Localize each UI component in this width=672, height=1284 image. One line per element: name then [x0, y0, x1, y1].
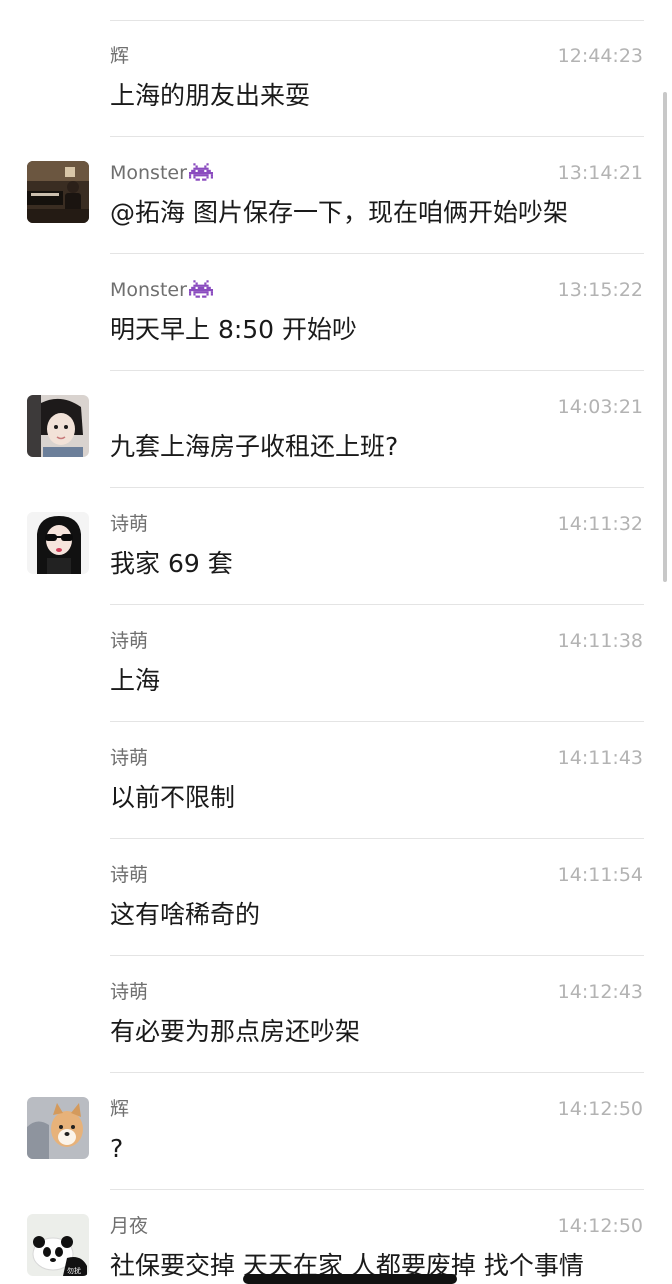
sender-name: Monster [110, 279, 187, 301]
space-invader-icon [188, 162, 213, 188]
avatar-piano[interactable] [27, 161, 89, 223]
message-item[interactable]: 诗萌 14:11:32 我家 69 套 [0, 488, 672, 605]
message-text: 九套上海房子收租还上班? [110, 432, 399, 461]
message-sender: 诗萌 [110, 513, 149, 535]
message-time: 13:14:21 [557, 162, 643, 184]
avatar-label: 勿扰 [67, 1266, 81, 1275]
avatar-girl[interactable] [27, 395, 89, 457]
message-time: 14:11:43 [557, 747, 643, 769]
panda-avatar-image: 勿扰 [27, 1214, 89, 1276]
message-time: 14:12:43 [557, 981, 643, 1003]
message-sender: Monster [110, 161, 213, 188]
message-text: 有必要为那点房还吵架 [110, 1017, 361, 1046]
message-sender: 诗萌 [110, 630, 149, 652]
sunglasses-girl-avatar-image [27, 512, 89, 574]
message-time: 14:11:54 [557, 864, 643, 886]
message-text: 明天早上 8:50 开始吵 [110, 315, 358, 344]
message-item[interactable]: 辉 14:12:50 ? [0, 1073, 672, 1190]
message-time: 14:12:50 [557, 1098, 643, 1120]
chat-message-list[interactable]: 辉 12:44:23 上海的朋友出来耍 Monster 13:14:21 @拓海… [0, 0, 672, 1280]
message-sender: Monster [110, 278, 213, 305]
message-sender: 诗萌 [110, 747, 149, 769]
message-time: 14:11:38 [557, 630, 643, 652]
message-item[interactable]: 14:03:21 九套上海房子收租还上班? [0, 371, 672, 488]
message-text: 上海的朋友出来耍 [110, 81, 311, 110]
dog-avatar-image [27, 1097, 89, 1159]
message-item[interactable]: 诗萌 14:11:38 上海 [0, 605, 672, 722]
message-item[interactable]: Monster 13:15:22 明天早上 8:50 开始吵 [0, 254, 672, 371]
message-item[interactable]: Monster 13:14:21 @拓海 图片保存一下，现在咱俩开始吵架 [0, 137, 672, 254]
message-time: 12:44:23 [557, 45, 643, 67]
message-item[interactable]: 辉 12:44:23 上海的朋友出来耍 [0, 20, 672, 137]
space-invader-icon [188, 279, 213, 305]
message-item[interactable]: 诗萌 14:11:43 以前不限制 [0, 722, 672, 839]
message-text: 上海 [110, 666, 161, 695]
scrollbar[interactable] [663, 92, 667, 582]
message-sender: 诗萌 [110, 864, 149, 886]
avatar-dog[interactable] [27, 1097, 89, 1159]
message-text: 这有啥稀奇的 [110, 900, 261, 929]
avatar-sunglasses[interactable] [27, 512, 89, 574]
message-time: 14:03:21 [557, 396, 643, 418]
message-item[interactable]: 诗萌 14:12:43 有必要为那点房还吵架 [0, 956, 672, 1073]
message-time: 14:12:50 [557, 1215, 643, 1237]
message-time: 14:11:32 [557, 513, 643, 535]
message-sender: 辉 [110, 1098, 130, 1120]
message-item[interactable]: 诗萌 14:11:54 这有啥稀奇的 [0, 839, 672, 956]
message-text: @拓海 图片保存一下，现在咱俩开始吵架 [110, 198, 568, 227]
message-item[interactable]: 勿扰 月夜 14:12:50 社保要交掉 天天在家 人都要废掉 找个事情 [0, 1190, 672, 1280]
avatar-panda[interactable]: 勿扰 [27, 1214, 89, 1276]
home-indicator[interactable] [243, 1274, 457, 1284]
sender-name: Monster [110, 162, 187, 184]
message-time: 13:15:22 [557, 279, 643, 301]
message-text: 我家 69 套 [110, 549, 233, 578]
message-sender: 辉 [110, 45, 130, 67]
piano-player-avatar-image [27, 161, 89, 223]
message-sender: 月夜 [110, 1215, 149, 1237]
message-sender: 诗萌 [110, 981, 149, 1003]
message-text: 以前不限制 [110, 783, 236, 812]
girl-avatar-image [27, 395, 89, 457]
message-text: ? [110, 1134, 124, 1163]
